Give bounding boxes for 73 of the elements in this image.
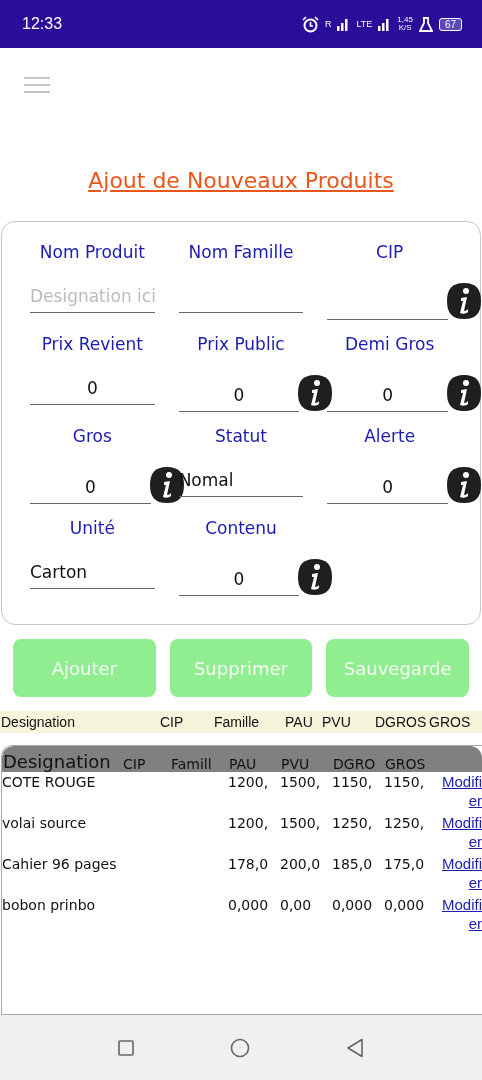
table-cell-text: Cahier 96 pages (2, 855, 118, 874)
network-label: LTE (356, 19, 373, 29)
table-cell-text: 178,0 (228, 855, 270, 874)
column-heading: PAU (285, 714, 314, 730)
alarm-icon (301, 15, 319, 33)
table-cell-text: 0,00 (280, 896, 313, 915)
circle-icon[interactable] (230, 1037, 250, 1058)
flask-icon (418, 16, 433, 32)
info-icon[interactable] (446, 466, 482, 504)
table-cell-text: 0,000 (228, 896, 270, 915)
input-field[interactable]: Carton (30, 558, 155, 589)
table-cell-text: COTE ROUGE (2, 773, 97, 792)
field-label: Statut (214, 426, 268, 446)
table-cell-text: 0,000 (384, 896, 426, 915)
field-label: Nom Produit (38, 242, 146, 262)
table-cell-text: 1250, (384, 814, 426, 833)
table-cell-text: bobon prinbo (2, 896, 97, 915)
column-heading: Famille (214, 714, 261, 730)
column-heading: CIP (122, 756, 147, 772)
table-cell-text: 1200, (228, 773, 270, 792)
field-label: Demi Gros (344, 334, 436, 354)
column-heading: PVU (322, 714, 352, 730)
table-cell-text: 175,0 (384, 855, 426, 874)
column-heading: GROS (384, 756, 427, 772)
column-heading: PAU (228, 756, 258, 772)
table-cell-text: 1150, (332, 773, 374, 792)
column-heading: Designation (2, 751, 112, 772)
info-icon[interactable] (297, 374, 334, 412)
column-heading: DGROS (375, 714, 428, 730)
input-field[interactable]: 0 (30, 473, 151, 504)
info-icon[interactable] (446, 282, 482, 320)
field-label: CIP (375, 242, 405, 262)
signal-icon (337, 17, 351, 31)
modify-link[interactable]: Modifier (440, 772, 482, 813)
table-cell-text: 1200, (228, 814, 270, 833)
battery-level: 67 (438, 17, 462, 31)
table-cell-text: 1150, (384, 773, 426, 792)
modify-link[interactable]: Modifier (440, 854, 482, 895)
column-heading: GROS (429, 714, 472, 730)
network-speed: 1,45 K/S (397, 16, 413, 32)
column-heading: CIP (160, 714, 185, 730)
page-title: Ajout de Nouveaux Produits (87, 168, 395, 193)
status-time: 12:33 (22, 15, 63, 33)
field-label: Alerte (363, 426, 417, 446)
square-icon[interactable] (118, 1039, 134, 1056)
input-field[interactable]: 0 (30, 374, 155, 405)
field-label: Unité (68, 518, 116, 538)
column-heading: Famill (170, 756, 213, 772)
input-field[interactable]: 0 (327, 473, 448, 504)
back-icon[interactable] (346, 1037, 364, 1058)
network-label: R (324, 19, 332, 29)
table-cell-text: 0,000 (332, 896, 374, 915)
info-icon[interactable] (446, 374, 482, 412)
table-cell-text: 1500, (280, 814, 322, 833)
input-field[interactable]: Designation ici (30, 282, 155, 313)
table-cell-text: 1500, (280, 773, 322, 792)
modify-link[interactable]: Modifier (440, 813, 482, 854)
modify-link[interactable]: Modifier (440, 895, 482, 936)
info-icon[interactable] (297, 558, 334, 596)
field-label: Gros (71, 426, 113, 446)
field-label: Contenu (204, 518, 278, 538)
column-heading: Designation (1, 714, 76, 730)
table-cell-text: 200,0 (280, 855, 322, 874)
column-heading: DGRO (332, 756, 377, 772)
field-label: Prix Public (196, 334, 286, 354)
field-label: Nom Famille (187, 242, 295, 262)
input-field[interactable]: 0 (327, 381, 448, 412)
column-heading: PVU (280, 756, 311, 772)
table-cell-text: volai source (2, 814, 88, 833)
field-label: Prix Revient (40, 334, 144, 354)
signal-icon (378, 17, 392, 31)
table-cell-text: 1250, (332, 814, 374, 833)
table-cell-text: 185,0 (332, 855, 374, 874)
